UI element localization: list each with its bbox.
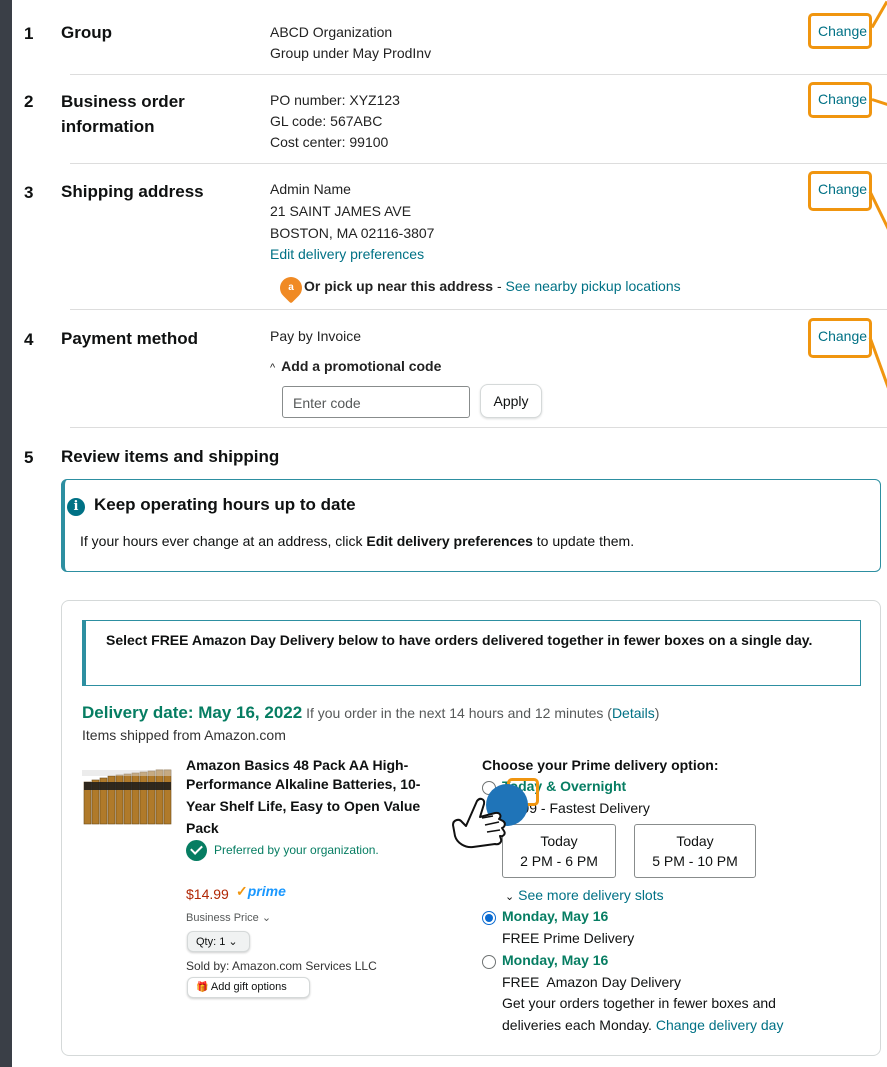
shipped-from: Items shipped from Amazon.com (82, 727, 286, 743)
section-title-shipping: Shipping address (61, 182, 204, 201)
chevron-down-icon: ⌄ (505, 891, 515, 903)
po-number: PO number: XYZ123 (270, 92, 400, 108)
delivery-slot-1[interactable]: Today 2 PM - 6 PM (502, 824, 616, 878)
edit-delivery-preferences-link[interactable]: Edit delivery preferences (270, 244, 424, 265)
chevron-down-icon: ⌄ (261, 912, 272, 924)
ship-name: Admin Name (270, 181, 351, 197)
alert-body: If your hours ever change at an address,… (80, 533, 635, 549)
highlight-box (808, 171, 872, 211)
product-title-line4[interactable]: Pack (186, 820, 219, 836)
add-gift-options-button[interactable]: 🎁 Add gift options (187, 977, 310, 998)
highlight-box (808, 318, 872, 358)
product-image[interactable] (82, 768, 172, 828)
gift-icon: 🎁 (196, 982, 209, 993)
alert-title: Keep operating hours up to date (94, 495, 356, 514)
see-more-slots-link[interactable]: ⌄ See more delivery slots (505, 887, 664, 903)
section-title-payment: Payment method (61, 329, 198, 348)
radio-monday-prime[interactable] (482, 911, 496, 925)
payment-type: Pay by Invoice (270, 328, 362, 344)
prime-logo: ✓prime (236, 883, 286, 899)
preferred-badge: Preferred by your organization. (214, 843, 379, 857)
step-number: 1 (24, 24, 34, 43)
left-edge-bar (0, 0, 12, 1067)
product-title-line3[interactable]: Year Shelf Life, Easy to Open Value (186, 798, 420, 814)
promo-toggle[interactable]: ^ Add a promotional code (270, 356, 441, 379)
sold-by: Sold by: Amazon.com Services LLC (186, 959, 377, 973)
nearby-pickup-link[interactable]: See nearby pickup locations (506, 278, 681, 294)
option3-desc: FREE Amazon Day Delivery (502, 974, 681, 990)
group-sub: Group under May ProdInv (270, 45, 432, 61)
delivery-slot-2[interactable]: Today 5 PM - 10 PM (634, 824, 756, 878)
cost-center: Cost center: 99100 (270, 134, 389, 150)
step-number: 4 (24, 330, 34, 349)
step-number: 2 (24, 92, 34, 111)
pickup-location-icon: a (275, 272, 307, 304)
amazon-day-notice: Select FREE Amazon Day Delivery below to… (82, 620, 861, 686)
gl-code: GL code: 567ABC (270, 113, 383, 129)
price: $14.99 (186, 886, 229, 902)
business-price-dropdown[interactable]: Business Price ⌄ (186, 911, 271, 924)
callout-line (871, 98, 887, 108)
check-circle-icon (186, 840, 207, 861)
option-monday-amazon-day[interactable]: Monday, May 16 (502, 952, 608, 968)
delivery-date-line: Delivery date: May 16, 2022 If you order… (82, 703, 660, 722)
option2-desc: FREE Prime Delivery (502, 930, 635, 946)
step-number: 3 (24, 183, 34, 202)
callout-line (870, 0, 887, 29)
ship-street: 21 SAINT JAMES AVE (270, 203, 412, 219)
quantity-dropdown[interactable]: Qty: 1 ⌄ (187, 931, 250, 952)
product-title-line1[interactable]: Amazon Basics 48 Pack AA High- (186, 755, 408, 776)
ship-city: BOSTON, MA 02116-3807 (270, 225, 435, 241)
pickup-text: Or pick up near this address (304, 278, 494, 294)
chevron-down-icon: ⌄ (228, 936, 238, 948)
section-title-business-line2: information (61, 117, 155, 136)
option3-line2: Get your orders together in fewer boxes … (502, 995, 776, 1011)
apply-button[interactable]: Apply (480, 384, 542, 418)
section-title-review: Review items and shipping (61, 447, 280, 466)
divider (70, 427, 887, 428)
prime-check-icon: ✓ (236, 883, 248, 899)
checkout-panel: 1 Group ABCD Organization Group under Ma… (12, 0, 887, 1067)
hand-cursor-icon (452, 797, 506, 849)
operating-hours-alert (61, 479, 881, 572)
radio-monday-amazon-day[interactable] (482, 955, 496, 969)
pickup-line: Or pick up near this address - See nearb… (304, 276, 681, 297)
prime-options-heading: Choose your Prime delivery option: (482, 757, 719, 773)
change-delivery-day-link[interactable]: Change delivery day (656, 1017, 784, 1033)
divider (70, 74, 887, 75)
divider (70, 163, 887, 164)
callout-line (868, 190, 887, 247)
section-title-business: Business order (61, 92, 185, 111)
step-number: 5 (24, 448, 34, 467)
product-title-line2[interactable]: Performance Alkaline Batteries, 10- (186, 776, 420, 792)
group-org: ABCD Organization (270, 24, 393, 40)
divider (70, 309, 887, 310)
callout-line (868, 336, 887, 395)
section-title-group: Group (61, 23, 112, 42)
pickup-sep: - (493, 278, 506, 294)
highlight-box (808, 82, 872, 118)
option3-line3: deliveries each Monday. Change delivery … (502, 1017, 784, 1033)
highlight-box (808, 13, 872, 49)
promo-code-input[interactable]: Enter code (282, 386, 470, 418)
info-icon: i (67, 498, 85, 516)
promo-label: Add a promotional code (281, 358, 442, 374)
caret-up-icon: ^ (270, 362, 276, 374)
delivery-date: Delivery date: May 16, 2022 (82, 703, 303, 722)
details-link[interactable]: Details (612, 705, 655, 721)
option-monday-prime[interactable]: Monday, May 16 (502, 908, 608, 924)
